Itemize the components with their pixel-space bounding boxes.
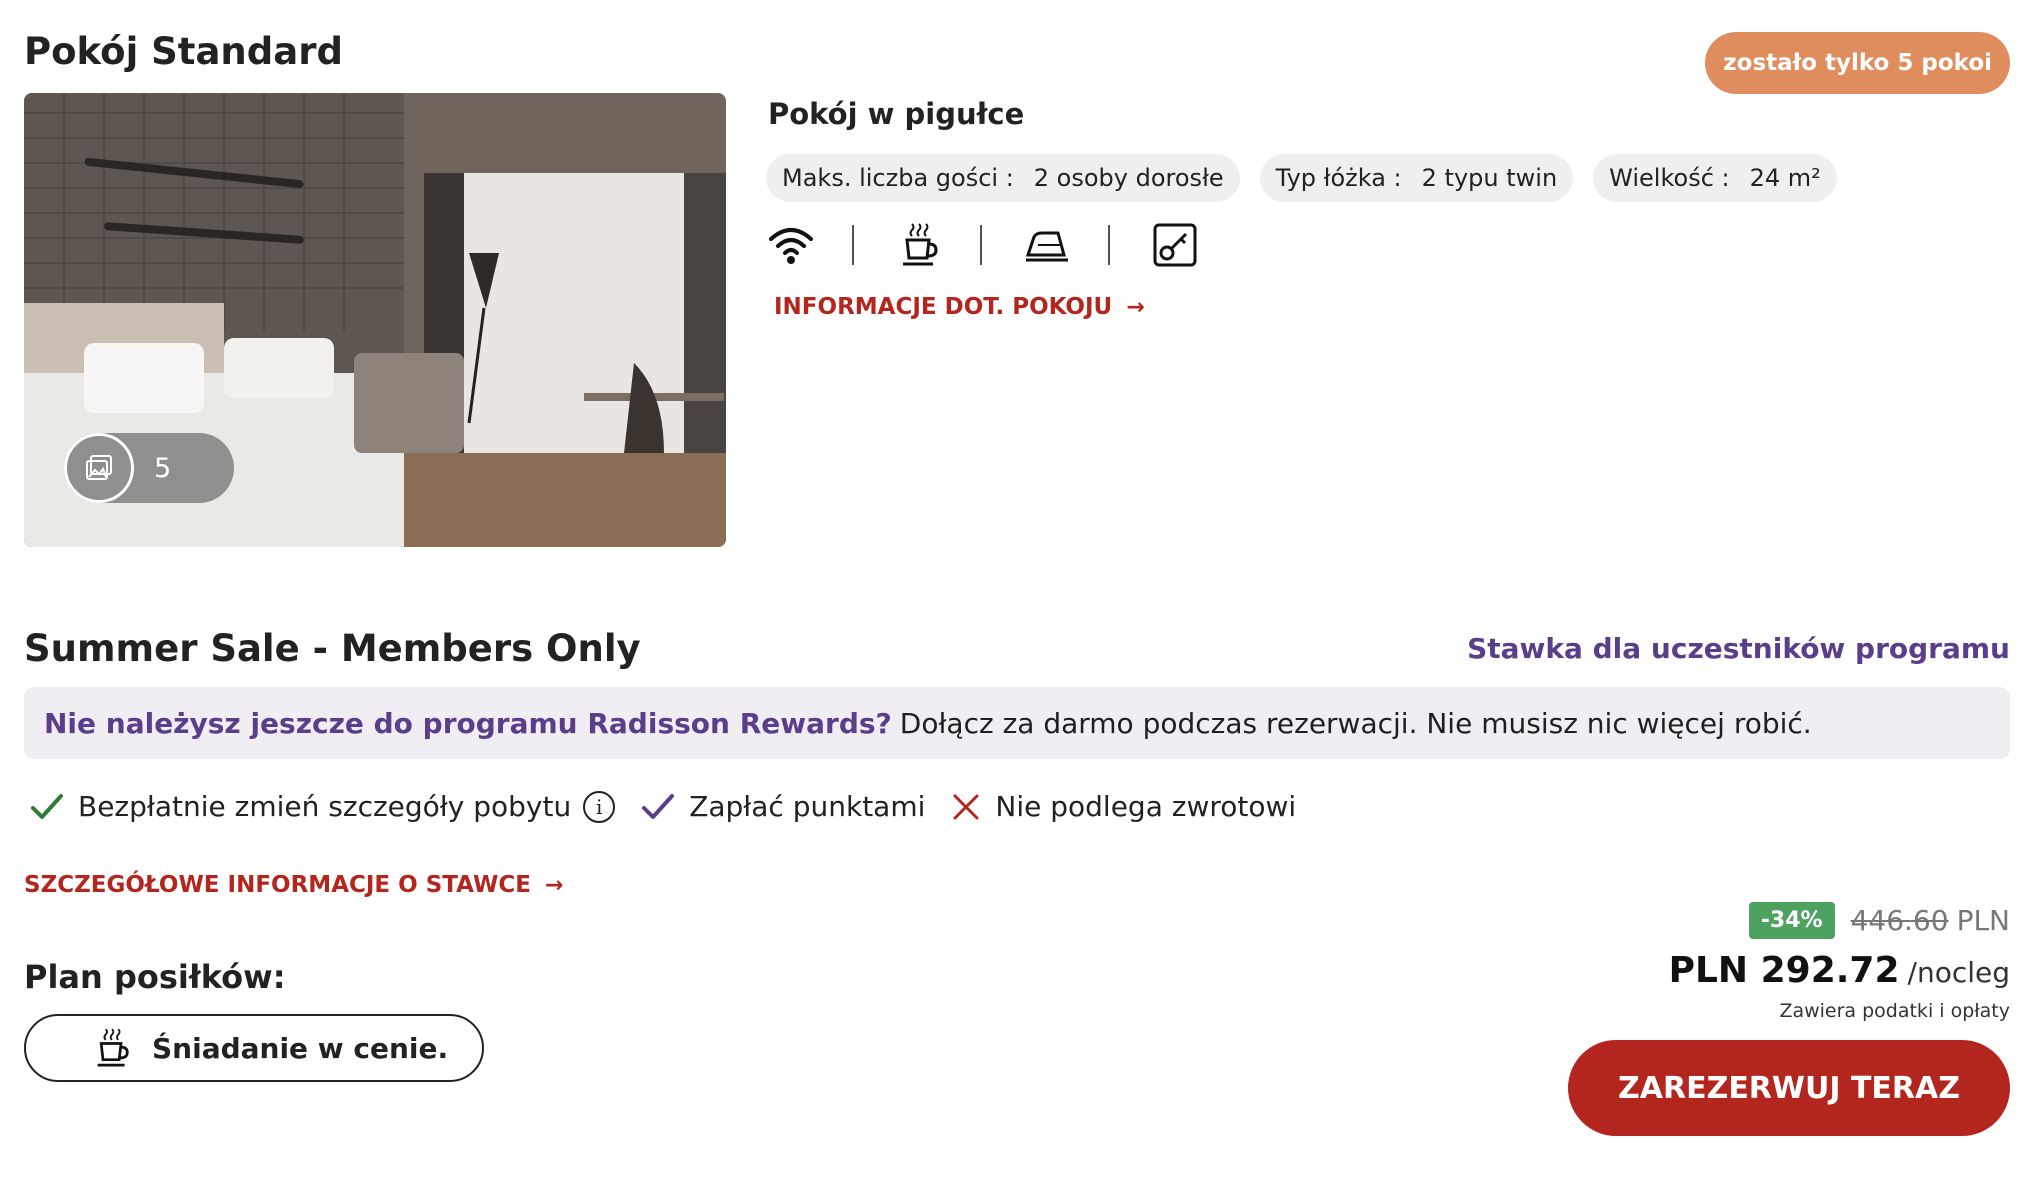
check-icon	[642, 793, 675, 819]
gallery-count: 5	[154, 452, 172, 484]
room-photo[interactable]: 5	[24, 93, 726, 547]
chip-bed-type: Typ łóżka : 2 typu twin	[1259, 154, 1574, 202]
info-icon[interactable]: i	[583, 790, 616, 823]
chip-label: Maks. liczba gości :	[782, 164, 1014, 192]
arrow-right-icon: →	[544, 872, 564, 898]
room-info-link-label: INFORMACJE DOT. POKOJU	[774, 294, 1113, 320]
amenity-divider	[1108, 225, 1110, 265]
member-rate-label: Stawka dla uczestników programu	[1467, 632, 2010, 665]
wifi-icon	[766, 220, 816, 270]
room-chips: Maks. liczba gości : 2 osoby dorosłe Typ…	[766, 154, 1837, 202]
discount-row: -34% 446.60 PLN	[1748, 902, 2010, 939]
meal-plan-label: Plan posiłków:	[24, 958, 286, 996]
original-price: 446.60	[1850, 904, 1949, 937]
key-card-icon	[1150, 220, 1200, 270]
price-unit: /nocleg	[1907, 956, 2010, 989]
price-note: Zawiera podatki i opłaty	[1779, 1000, 2010, 1022]
arrow-right-icon: →	[1126, 294, 1145, 320]
condition-text: Zapłać punktami	[689, 790, 926, 823]
availability-badge: zostało tylko 5 pokoi	[1705, 32, 2010, 94]
gallery-counter[interactable]: 5	[64, 433, 234, 503]
promo-question: Nie należysz jeszcze do programu Radisso…	[44, 706, 892, 740]
rate-title: Summer Sale - Members Only	[24, 627, 641, 670]
room-title: Pokój Standard	[24, 30, 343, 73]
x-icon	[953, 794, 979, 819]
price-row: PLN 292.72 /nocleg	[1669, 950, 2010, 991]
original-price-currency: PLN	[1956, 904, 2010, 937]
meal-plan-option[interactable]: Śniadanie w cenie.	[24, 1014, 484, 1082]
chip-label: Typ łóżka :	[1275, 164, 1402, 192]
condition-text: Nie podlega zwrotowi	[995, 790, 1297, 823]
amenity-icons	[766, 220, 1200, 270]
amenity-divider	[980, 225, 982, 265]
condition-text: Bezpłatnie zmień szczegóły pobytu	[78, 790, 572, 823]
room-summary-title: Pokój w pigułce	[768, 97, 1025, 131]
discount-badge: -34%	[1748, 902, 1835, 939]
promo-text: Dołącz za darmo podczas rezerwacji. Nie …	[899, 706, 1812, 740]
check-icon	[31, 793, 63, 819]
amenity-divider	[852, 225, 854, 265]
chip-room-size: Wielkość : 24 m²	[1593, 154, 1837, 202]
rate-details-link-label: SZCZEGÓŁOWE INFORMACJE O STAWCE	[24, 872, 531, 898]
iron-icon	[1022, 220, 1072, 270]
condition-pay-points: Zapłać punktami	[641, 790, 925, 823]
condition-free-change: Bezpłatnie zmień szczegóły pobytu i	[30, 790, 616, 823]
gallery-icon	[64, 433, 134, 503]
book-now-button[interactable]: ZAREZERWUJ TERAZ	[1568, 1040, 2010, 1136]
room-info-link[interactable]: INFORMACJE DOT. POKOJU →	[774, 294, 1145, 320]
chip-value: 24 m²	[1749, 164, 1821, 192]
coffee-icon	[894, 220, 944, 270]
coffee-icon	[97, 1028, 129, 1067]
chip-value: 2 typu twin	[1421, 164, 1558, 192]
rewards-promo-banner: Nie należysz jeszcze do programu Radisso…	[24, 687, 2010, 759]
condition-non-refundable: Nie podlega zwrotowi	[951, 790, 1296, 823]
chip-value: 2 osoby dorosłe	[1033, 164, 1224, 192]
chip-label: Wielkość :	[1609, 164, 1730, 192]
current-price: PLN 292.72	[1668, 950, 1900, 991]
rate-details-link[interactable]: SZCZEGÓŁOWE INFORMACJE O STAWCE →	[24, 872, 563, 898]
meal-option-label: Śniadanie w cenie.	[152, 1031, 449, 1065]
rate-conditions: Bezpłatnie zmień szczegóły pobytu i Zapł…	[30, 790, 1322, 823]
chip-max-guests: Maks. liczba gości : 2 osoby dorosłe	[766, 154, 1240, 202]
